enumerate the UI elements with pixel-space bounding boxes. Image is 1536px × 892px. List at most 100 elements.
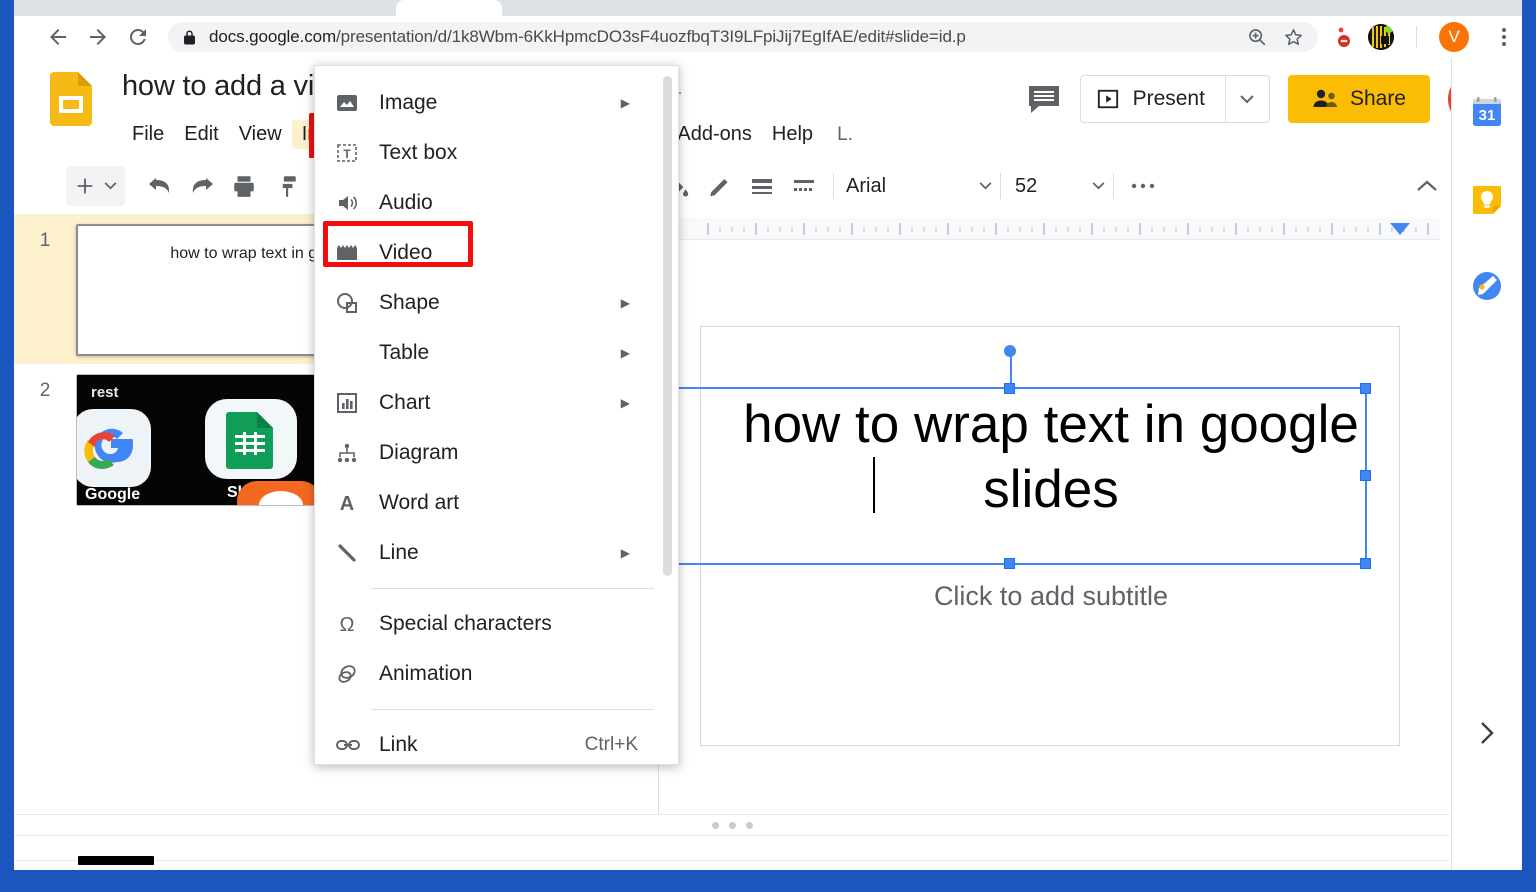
svg-text:Ω: Ω	[340, 614, 355, 636]
font-size-select[interactable]: 52	[1009, 175, 1105, 198]
redo-button[interactable]	[181, 166, 223, 206]
browser-window: docs.google.com/presentation/d/1k8Wbm-6K…	[14, 0, 1522, 870]
print-button[interactable]	[223, 166, 265, 206]
adblock-extension-icon[interactable]	[1332, 25, 1356, 49]
resize-handle-bottom-center[interactable]	[1004, 558, 1015, 569]
menu-option-label: Special characters	[379, 612, 678, 636]
menu-option-text-box[interactable]: T Text box	[315, 128, 678, 178]
menu-item-edit[interactable]: Edit	[174, 120, 228, 149]
present-button[interactable]: Present	[1081, 76, 1225, 122]
border-color-button[interactable]	[699, 166, 741, 206]
word-art-icon: A	[335, 490, 379, 516]
menu-option-label: Text box	[379, 141, 678, 165]
share-button[interactable]: Share	[1288, 75, 1430, 123]
menu-option-diagram[interactable]: Diagram	[315, 428, 678, 478]
zoom-in-icon[interactable]	[1240, 22, 1274, 52]
expand-panel-button[interactable]	[1468, 714, 1506, 752]
browser-tab-active[interactable]	[396, 0, 502, 16]
formatting-toolbar: Arial 52	[14, 158, 1522, 214]
font-family-value: Arial	[846, 175, 886, 198]
tab-strip-empty	[504, 0, 684, 16]
menu-option-video[interactable]: Video	[315, 228, 678, 278]
menu-item-view[interactable]: View	[229, 120, 292, 149]
menu-option-label: Diagram	[379, 441, 678, 465]
insert-dropdown-menu[interactable]: Image ▶ T Text box Audio	[314, 65, 679, 765]
tab-strip	[14, 0, 1522, 16]
menu-option-line[interactable]: Line ▶	[315, 528, 678, 578]
menu-option-label: Animation	[379, 662, 678, 686]
indent-marker[interactable]	[1390, 223, 1410, 235]
menu-item-addons[interactable]: Add-ons	[667, 120, 762, 149]
menu-option-label: Audio	[379, 191, 678, 215]
menu-option-special-characters[interactable]: Ω Special characters	[315, 599, 678, 649]
undo-button[interactable]	[139, 166, 181, 206]
menu-item-file[interactable]: File	[122, 120, 174, 149]
url-path: /presentation/d/1k8Wbm-6KkHpmcDO3sF4uozf…	[336, 27, 966, 46]
toolbar-divider	[1000, 173, 1001, 199]
google-calendar-icon[interactable]: 31	[1471, 96, 1503, 128]
resize-handle-bottom-right[interactable]	[1360, 558, 1371, 569]
font-family-select[interactable]: Arial	[842, 175, 992, 198]
slide-editor-canvas[interactable]: how to wrap text in google slides Click …	[660, 214, 1450, 814]
menu-option-label: Image	[379, 91, 678, 115]
table-icon	[335, 340, 379, 366]
address-bar[interactable]: docs.google.com/presentation/d/1k8Wbm-6K…	[168, 22, 1318, 52]
menu-option-label: Table	[379, 341, 678, 365]
menu-item-help[interactable]: Help	[762, 120, 823, 149]
app-header: how to add a video to google slides	[14, 58, 1522, 158]
more-options-button[interactable]	[1122, 166, 1164, 206]
comment-history-icon[interactable]	[1026, 81, 1062, 117]
new-slide-button[interactable]	[66, 166, 125, 206]
browser-profile-avatar[interactable]: V	[1439, 22, 1469, 52]
horizontal-scrollbar[interactable]	[78, 856, 154, 865]
address-bar-url: docs.google.com/presentation/d/1k8Wbm-6K…	[209, 27, 966, 47]
svg-text:Google: Google	[85, 486, 140, 503]
reload-button[interactable]	[118, 17, 158, 57]
present-dropdown-button[interactable]	[1225, 76, 1269, 122]
menu-option-chart[interactable]: Chart ▶	[315, 378, 678, 428]
google-slides-app: how to add a video to google slides	[14, 58, 1522, 870]
extension-status-dot	[1385, 25, 1393, 33]
menu-divider	[371, 588, 654, 589]
submenu-arrow-icon: ▶	[621, 296, 630, 310]
menu-option-label: Video	[379, 241, 678, 265]
menu-option-audio[interactable]: Audio	[315, 178, 678, 228]
menu-option-table[interactable]: Table ▶	[315, 328, 678, 378]
slide-title-text[interactable]: how to wrap text in google slides	[691, 393, 1411, 522]
paint-format-button[interactable]	[265, 166, 307, 206]
svg-text:rest: rest	[91, 384, 119, 401]
svg-text:A: A	[340, 493, 354, 515]
menu-divider	[371, 709, 654, 710]
audio-icon	[335, 190, 379, 216]
slide-subtitle-placeholder[interactable]: Click to add subtitle	[701, 581, 1401, 612]
menu-option-animation[interactable]: Animation	[315, 649, 678, 699]
speaker-notes-drag-handle[interactable]	[14, 814, 1450, 836]
slide-canvas[interactable]: how to wrap text in google slides Click …	[700, 326, 1400, 746]
present-label: Present	[1133, 87, 1205, 111]
slide-number: 2	[14, 374, 76, 506]
border-dash-button[interactable]	[783, 166, 825, 206]
bottom-status-bar	[14, 860, 1450, 870]
menu-option-shape[interactable]: Shape ▶	[315, 278, 678, 328]
plus-icon	[74, 175, 96, 197]
rotation-handle[interactable]	[1004, 345, 1016, 357]
browser-toolbar: docs.google.com/presentation/d/1k8Wbm-6K…	[14, 16, 1522, 58]
google-tasks-icon[interactable]	[1471, 270, 1503, 302]
horizontal-ruler[interactable]	[668, 218, 1440, 240]
font-size-value: 52	[1015, 175, 1037, 198]
menu-option-label: Line	[379, 541, 678, 565]
star-icon[interactable]	[1276, 22, 1310, 52]
menu-option-link[interactable]: Link Ctrl+K	[315, 720, 678, 765]
forward-button[interactable]	[78, 17, 118, 57]
video-icon	[335, 240, 379, 266]
svg-text:31: 31	[1479, 107, 1496, 124]
menu-option-image[interactable]: Image ▶	[315, 78, 678, 128]
menu-option-word-art[interactable]: A Word art	[315, 478, 678, 528]
google-keep-icon[interactable]	[1471, 184, 1503, 216]
collapse-toolbar-button[interactable]	[1406, 166, 1448, 206]
three-dot-menu-icon[interactable]	[1487, 20, 1521, 54]
border-weight-button[interactable]	[741, 166, 783, 206]
chevron-down-icon	[1092, 182, 1105, 190]
back-button[interactable]	[38, 17, 78, 57]
grammarly-extension-icon[interactable]	[1368, 24, 1394, 50]
